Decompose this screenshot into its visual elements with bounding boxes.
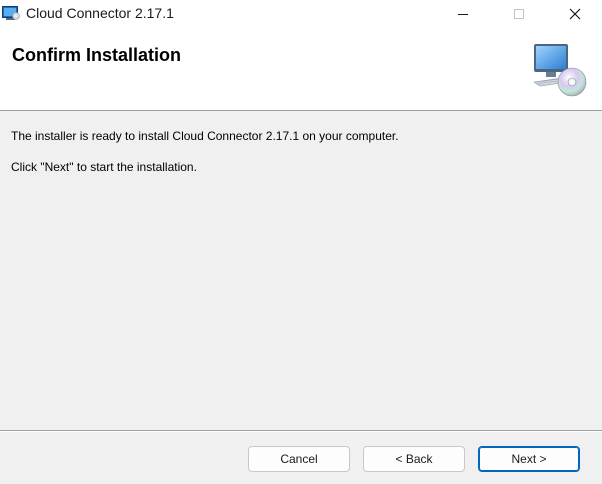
back-button[interactable]: < Back bbox=[363, 446, 465, 472]
installer-window: Cloud Connector 2.17.1 Confirm Installat… bbox=[0, 0, 602, 484]
minimize-icon bbox=[458, 14, 468, 15]
next-button[interactable]: Next > bbox=[478, 446, 580, 472]
footer-divider bbox=[0, 430, 602, 432]
window-title: Cloud Connector 2.17.1 bbox=[26, 5, 174, 21]
maximize-icon bbox=[514, 9, 524, 19]
ready-message: The installer is ready to install Cloud … bbox=[11, 129, 399, 143]
close-button[interactable] bbox=[552, 0, 598, 28]
cancel-button[interactable]: Cancel bbox=[248, 446, 350, 472]
instruction-message: Click "Next" to start the installation. bbox=[11, 160, 197, 174]
computer-cd-install-icon bbox=[533, 44, 587, 97]
header-panel: Confirm Installation bbox=[0, 28, 602, 111]
maximize-button[interactable] bbox=[496, 0, 542, 28]
minimize-button[interactable] bbox=[440, 0, 486, 28]
installer-app-icon bbox=[2, 6, 20, 20]
title-bar[interactable]: Cloud Connector 2.17.1 bbox=[0, 0, 602, 28]
close-icon bbox=[569, 8, 581, 20]
page-title: Confirm Installation bbox=[12, 45, 182, 65]
